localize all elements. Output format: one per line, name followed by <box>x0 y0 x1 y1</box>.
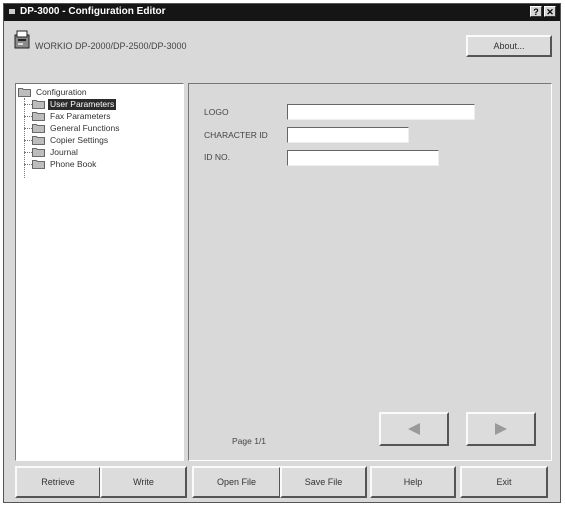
tree-connector <box>24 140 32 141</box>
tree-connector <box>24 104 32 105</box>
triangle-right-icon <box>495 423 507 435</box>
tree-connector <box>24 128 32 129</box>
tree-connector <box>24 164 32 165</box>
configuration-editor-window: DP-3000 - Configuration Editor ? ✕ WORKI… <box>3 3 561 503</box>
about-button[interactable]: About... <box>466 35 552 57</box>
parameters-panel: LOGO CHARACTER ID ID NO. Page 1/1 <box>188 83 552 461</box>
tree-item-fax-parameters[interactable]: Fax Parameters <box>32 110 112 122</box>
exit-button[interactable]: Exit <box>460 466 548 498</box>
tree-item-label: Phone Book <box>50 158 97 169</box>
triangle-left-icon <box>408 423 420 435</box>
tree-item-label: Copier Settings <box>50 134 109 145</box>
write-button[interactable]: Write <box>100 466 187 498</box>
tree-connector <box>24 116 32 117</box>
tree-item-label: User Parameters <box>48 98 117 110</box>
tree-item-journal[interactable]: Journal <box>32 146 80 158</box>
folder-icon <box>32 160 45 169</box>
close-button[interactable]: ✕ <box>544 6 556 17</box>
character-id-input[interactable] <box>287 127 409 143</box>
logo-label: LOGO <box>204 107 229 117</box>
character-id-label: CHARACTER ID <box>204 130 268 140</box>
device-model-label: WORKIO DP-2000/DP-2500/DP-3000 <box>35 41 187 51</box>
tree-root-configuration[interactable]: Configuration <box>18 86 89 98</box>
previous-page-button[interactable] <box>379 412 449 446</box>
tree-item-copier-settings[interactable]: Copier Settings <box>32 134 110 146</box>
tree-item-label: Fax Parameters <box>50 110 111 121</box>
logo-input[interactable] <box>287 104 475 120</box>
retrieve-button[interactable]: Retrieve <box>15 466 101 498</box>
tree-item-general-functions[interactable]: General Functions <box>32 122 121 134</box>
help-button[interactable]: Help <box>370 466 456 498</box>
configuration-tree[interactable]: Configuration User Parameters Fax Parame… <box>15 83 184 461</box>
window-title: DP-3000 - Configuration Editor <box>20 6 166 17</box>
tree-connector <box>24 152 32 153</box>
folder-icon <box>32 124 45 133</box>
folder-icon <box>32 112 45 121</box>
tree-item-user-parameters[interactable]: User Parameters <box>32 98 117 110</box>
open-file-button[interactable]: Open File <box>192 466 281 498</box>
tree-connector-vertical <box>24 98 25 178</box>
id-no-input[interactable] <box>287 150 439 166</box>
system-menu-icon[interactable] <box>8 7 16 15</box>
next-page-button[interactable] <box>466 412 536 446</box>
folder-icon <box>32 100 45 109</box>
folder-icon <box>32 136 45 145</box>
tree-item-label: General Functions <box>50 122 120 133</box>
tree-item-label: Journal <box>50 146 78 157</box>
open-folder-icon <box>18 88 31 97</box>
save-file-button[interactable]: Save File <box>280 466 367 498</box>
printer-icon <box>14 30 30 49</box>
title-bar[interactable]: DP-3000 - Configuration Editor ? ✕ <box>4 4 560 21</box>
folder-icon <box>32 148 45 157</box>
help-title-button[interactable]: ? <box>530 6 542 17</box>
page-indicator: Page 1/1 <box>232 436 267 446</box>
id-no-label: ID NO. <box>204 152 230 162</box>
tree-root-label: Configuration <box>36 86 87 97</box>
tree-item-phone-book[interactable]: Phone Book <box>32 158 98 170</box>
